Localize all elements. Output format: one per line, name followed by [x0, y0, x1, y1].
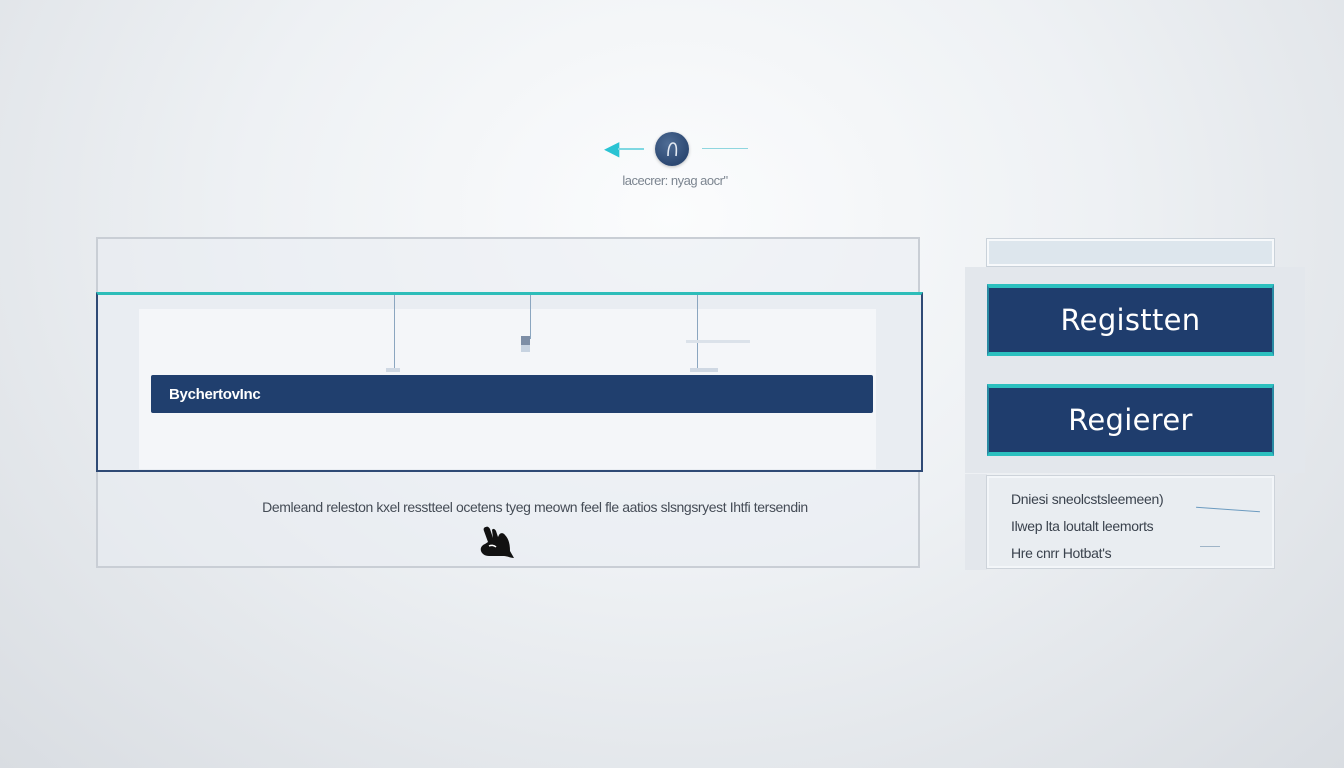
guide-line — [697, 295, 698, 371]
placeholder-dash — [686, 340, 750, 343]
guide-tick — [690, 368, 718, 372]
step-indicator: ◀ — [600, 130, 750, 170]
user-avatar-icon — [655, 132, 689, 166]
register-button-primary[interactable]: Registten — [987, 284, 1274, 356]
user-silhouette-icon — [667, 142, 678, 157]
step-connector-right — [702, 148, 748, 149]
step-connector-left — [618, 148, 644, 150]
slider-handle[interactable] — [521, 336, 530, 352]
info-accent-line — [1200, 546, 1220, 547]
hand-cursor-icon — [480, 526, 514, 558]
info-line: Ilwep lta loutalt leemorts — [1011, 518, 1154, 534]
company-nav-bar[interactable]: BychertovInc — [151, 375, 873, 413]
guide-tick — [386, 368, 400, 372]
info-line: Hre cnrr Hotbat's — [1011, 545, 1112, 561]
description-text: Demleand releston kxel resstteel ocetens… — [262, 499, 808, 515]
guide-line — [394, 295, 395, 371]
register-button-label: Registten — [1060, 303, 1201, 337]
register-button-secondary[interactable]: Regierer — [987, 384, 1274, 456]
right-top-field[interactable] — [986, 238, 1275, 267]
register-button-label: Regierer — [1068, 403, 1193, 437]
info-card: Dniesi sneolcstsleemeen) Ilwep lta louta… — [986, 475, 1275, 569]
right-panel-shadow — [965, 474, 987, 570]
step-caption: lacecrer: nyag aocr" — [622, 173, 728, 188]
company-nav-label: BychertovInc — [169, 385, 261, 403]
guide-line — [530, 295, 531, 339]
